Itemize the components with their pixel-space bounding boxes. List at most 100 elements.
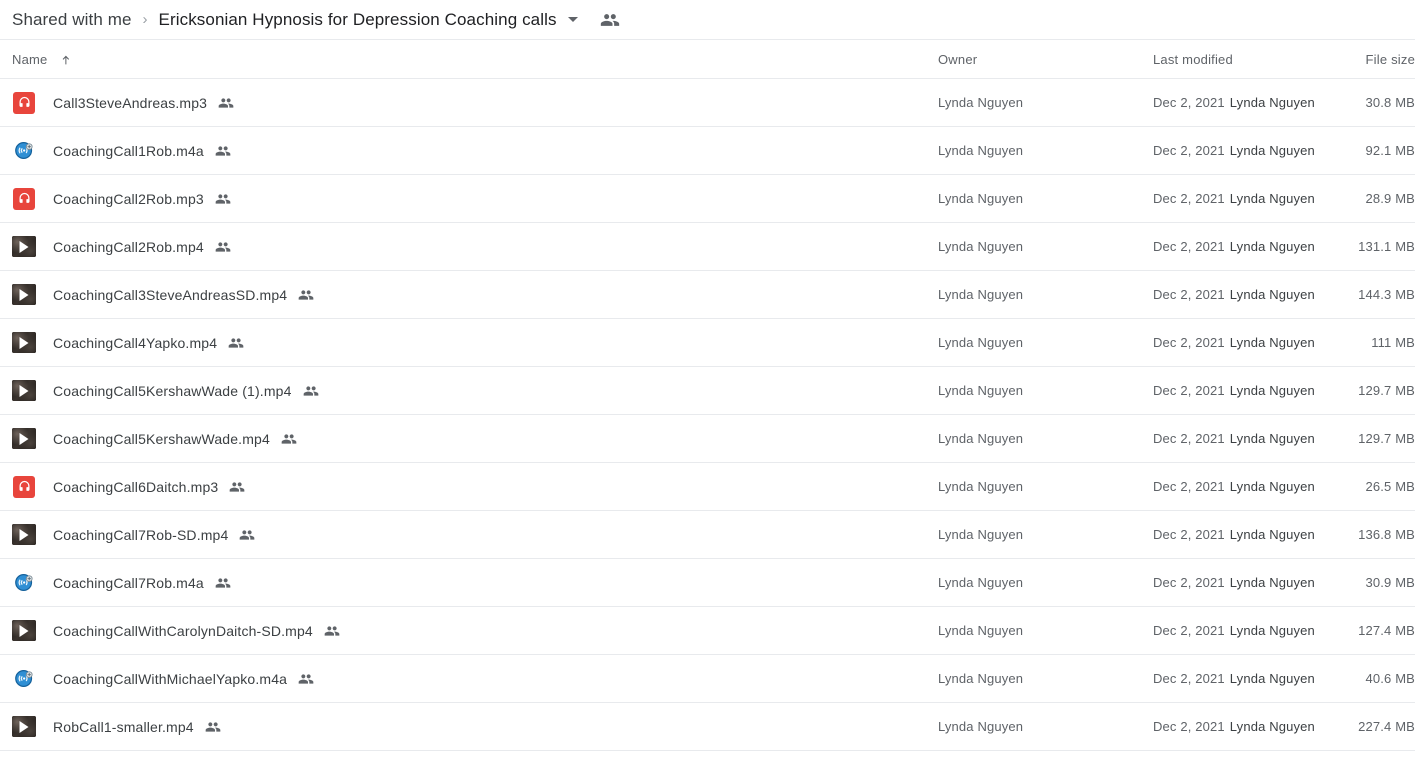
file-modified-date: Dec 2, 2021 <box>1153 719 1225 734</box>
table-row[interactable]: CoachingCall4Yapko.mp4 Lynda Nguyen Dec 2,… <box>0 319 1415 367</box>
file-modified-date: Dec 2, 2021 <box>1153 527 1225 542</box>
file-modified-by: Lynda Nguyen <box>1229 671 1315 686</box>
m4a-audio-icon <box>12 139 36 163</box>
table-row[interactable]: CoachingCall7Rob.m4a Lynda Nguyen Dec 2, 2… <box>0 559 1415 607</box>
file-name-cell[interactable]: CoachingCall4Yapko.mp4 <box>0 331 938 355</box>
table-row[interactable]: CoachingCall3SteveAndreasSD.mp4 Lynda Ngu… <box>0 271 1415 319</box>
table-row[interactable]: CoachingCall1Rob.m4a Lynda Nguyen Dec 2, 2… <box>0 127 1415 175</box>
file-last-modified: Dec 2, 2021 Lynda Nguyen <box>1153 335 1343 350</box>
file-owner: Lynda Nguyen <box>938 671 1024 686</box>
file-modified-date: Dec 2, 2021 <box>1153 239 1225 254</box>
file-name-label: CoachingCallWithMichaelYapko.m4a <box>53 670 288 687</box>
mp4-video-icon <box>12 283 36 307</box>
file-modified-date: Dec 2, 2021 <box>1153 479 1225 494</box>
file-last-modified: Dec 2, 2021 Lynda Nguyen <box>1153 239 1343 254</box>
file-owner: Lynda Nguyen <box>938 383 1024 398</box>
file-modified-by: Lynda Nguyen <box>1229 623 1315 638</box>
file-modified-date: Dec 2, 2021 <box>1153 575 1225 590</box>
file-size: 129.7 MB <box>1358 383 1415 398</box>
file-owner: Lynda Nguyen <box>938 575 1024 590</box>
mp4-video-icon <box>12 331 36 355</box>
table-row[interactable]: Call3SteveAndreas.mp3 Lynda Nguyen Dec 2, … <box>0 79 1415 127</box>
file-owner: Lynda Nguyen <box>938 191 1024 206</box>
file-name-cell[interactable]: Call3SteveAndreas.mp3 <box>0 91 938 115</box>
file-name-cell[interactable]: CoachingCall7Rob-SD.mp4 <box>0 523 938 547</box>
mp3-audio-icon <box>12 187 36 211</box>
shared-people-icon <box>218 95 234 111</box>
file-name-label: RobCall1-smaller.mp4 <box>53 718 194 735</box>
file-size: 227.4 MB <box>1358 719 1415 734</box>
file-size: 26.5 MB <box>1365 479 1415 494</box>
m4a-audio-icon <box>12 667 36 691</box>
file-name-cell[interactable]: RobCall1-smaller.mp4 <box>0 715 938 739</box>
column-header-owner[interactable]: Owner <box>938 52 1153 67</box>
mp3-audio-icon <box>12 91 36 115</box>
mp4-video-icon <box>12 427 36 451</box>
file-modified-by: Lynda Nguyen <box>1229 143 1315 158</box>
file-name-cell[interactable]: CoachingCall1Rob.m4a <box>0 139 938 163</box>
file-name-label: CoachingCall1Rob.m4a <box>53 142 204 159</box>
file-size: 40.6 MB <box>1365 671 1415 686</box>
file-size: 30.8 MB <box>1365 95 1415 110</box>
shared-people-icon <box>303 383 319 399</box>
mp4-video-icon <box>12 379 36 403</box>
column-header-file-size[interactable]: File size <box>1343 52 1415 67</box>
file-name-cell[interactable]: CoachingCallWithCarolynDaitch-SD.mp4 <box>0 619 938 643</box>
file-modified-by: Lynda Nguyen <box>1229 479 1315 494</box>
file-size: 92.1 MB <box>1365 143 1415 158</box>
file-name-label: CoachingCallWithCarolynDaitch-SD.mp4 <box>53 622 313 639</box>
file-name-cell[interactable]: CoachingCall3SteveAndreasSD.mp4 <box>0 283 938 307</box>
file-size: 111 MB <box>1371 335 1415 350</box>
file-name-cell[interactable]: CoachingCall6Daitch.mp3 <box>0 475 938 499</box>
file-modified-by: Lynda Nguyen <box>1229 335 1315 350</box>
file-modified-by: Lynda Nguyen <box>1229 431 1315 446</box>
file-modified-by: Lynda Nguyen <box>1229 383 1315 398</box>
chevron-down-icon[interactable] <box>567 17 578 22</box>
file-name-label: CoachingCall7Rob-SD.mp4 <box>53 526 229 543</box>
shared-people-icon <box>205 719 221 735</box>
file-name-label: CoachingCall6Daitch.mp3 <box>53 478 219 495</box>
file-size: 131.1 MB <box>1358 239 1415 254</box>
column-header-name[interactable]: Name <box>0 51 938 67</box>
file-name-cell[interactable]: CoachingCall7Rob.m4a <box>0 571 938 595</box>
table-row[interactable]: CoachingCallWithMichaelYapko.m4a Lynda Ng… <box>0 655 1415 703</box>
table-row[interactable]: CoachingCall2Rob.mp3 Lynda Nguyen Dec 2, 2… <box>0 175 1415 223</box>
file-owner: Lynda Nguyen <box>938 143 1024 158</box>
arrow-up-icon <box>60 51 76 67</box>
table-row[interactable]: CoachingCall5KershawWade.mp4 Lynda Nguyen… <box>0 415 1415 463</box>
file-name-label: CoachingCall2Rob.mp3 <box>53 190 204 207</box>
file-owner: Lynda Nguyen <box>938 287 1024 302</box>
shared-people-icon <box>324 623 340 639</box>
breadcrumb-current-folder: Ericksonian Hypnosis for Depression Coac… <box>158 9 557 29</box>
file-name-cell[interactable]: CoachingCall2Rob.mp3 <box>0 187 938 211</box>
file-modified-by: Lynda Nguyen <box>1229 191 1315 206</box>
file-name-cell[interactable]: CoachingCall5KershawWade.mp4 <box>0 427 938 451</box>
file-owner: Lynda Nguyen <box>938 95 1024 110</box>
breadcrumb-root-link[interactable]: Shared with me <box>12 10 132 30</box>
table-row[interactable]: CoachingCall2Rob.mp4 Lynda Nguyen Dec 2, 2… <box>0 223 1415 271</box>
file-last-modified: Dec 2, 2021 Lynda Nguyen <box>1153 479 1343 494</box>
table-row[interactable]: CoachingCall7Rob-SD.mp4 Lynda Nguyen Dec 2… <box>0 511 1415 559</box>
file-modified-date: Dec 2, 2021 <box>1153 383 1225 398</box>
file-name-cell[interactable]: CoachingCallWithMichaelYapko.m4a <box>0 667 938 691</box>
table-row[interactable]: RobCall1-smaller.mp4 Lynda Nguyen Dec 2, 2… <box>0 703 1415 751</box>
column-header-name-label: Name <box>12 51 48 67</box>
file-modified-by: Lynda Nguyen <box>1229 95 1315 110</box>
file-modified-date: Dec 2, 2021 <box>1153 431 1225 446</box>
column-header-last-modified[interactable]: Last modified <box>1153 52 1343 67</box>
table-row[interactable]: CoachingCall5KershawWade (1).mp4 Lynda Ng… <box>0 367 1415 415</box>
breadcrumb-bar: Shared with me › Ericksonian Hypnosis fo… <box>0 0 1415 40</box>
shared-people-icon <box>298 671 314 687</box>
file-last-modified: Dec 2, 2021 Lynda Nguyen <box>1153 143 1343 158</box>
file-modified-date: Dec 2, 2021 <box>1153 287 1225 302</box>
file-last-modified: Dec 2, 2021 Lynda Nguyen <box>1153 623 1343 638</box>
people-icon[interactable] <box>600 10 620 30</box>
file-name-label: CoachingCall5KershawWade.mp4 <box>53 430 270 447</box>
file-name-cell[interactable]: CoachingCall5KershawWade (1).mp4 <box>0 379 938 403</box>
file-modified-by: Lynda Nguyen <box>1229 287 1315 302</box>
table-row[interactable]: CoachingCall6Daitch.mp3 Lynda Nguyen Dec 2… <box>0 463 1415 511</box>
table-row[interactable]: CoachingCallWithCarolynDaitch-SD.mp4 Lynd… <box>0 607 1415 655</box>
file-name-cell[interactable]: CoachingCall2Rob.mp4 <box>0 235 938 259</box>
file-modified-by: Lynda Nguyen <box>1229 239 1315 254</box>
shared-people-icon <box>229 479 245 495</box>
